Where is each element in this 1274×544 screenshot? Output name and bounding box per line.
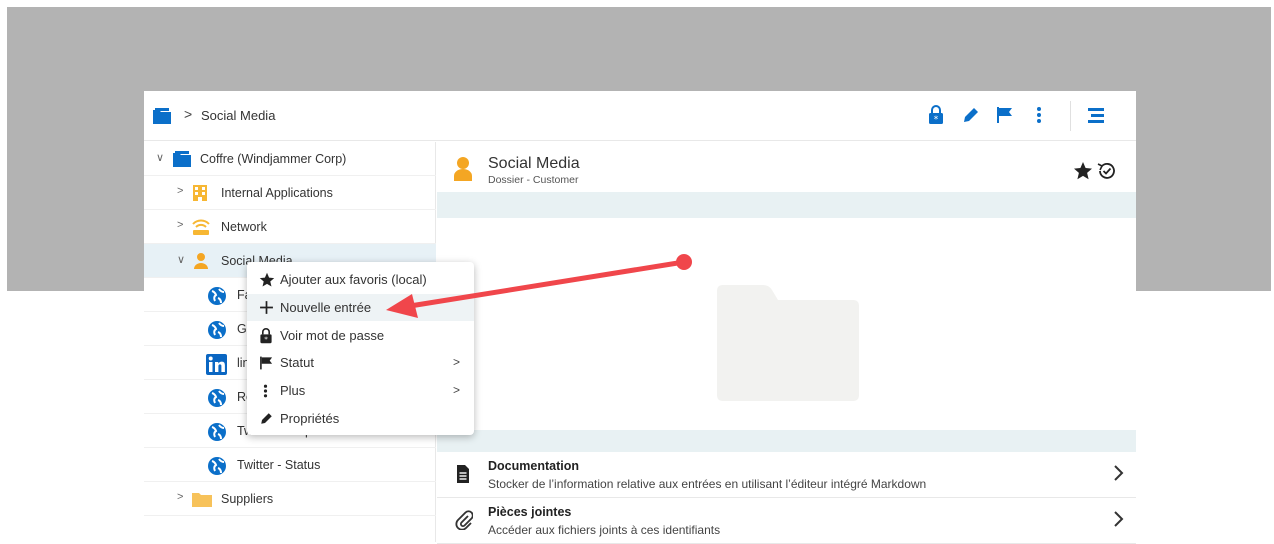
annotation-arrow (386, 254, 692, 318)
annotation-arrow-head (386, 294, 418, 318)
annotation-arrow-shaft (407, 259, 687, 309)
